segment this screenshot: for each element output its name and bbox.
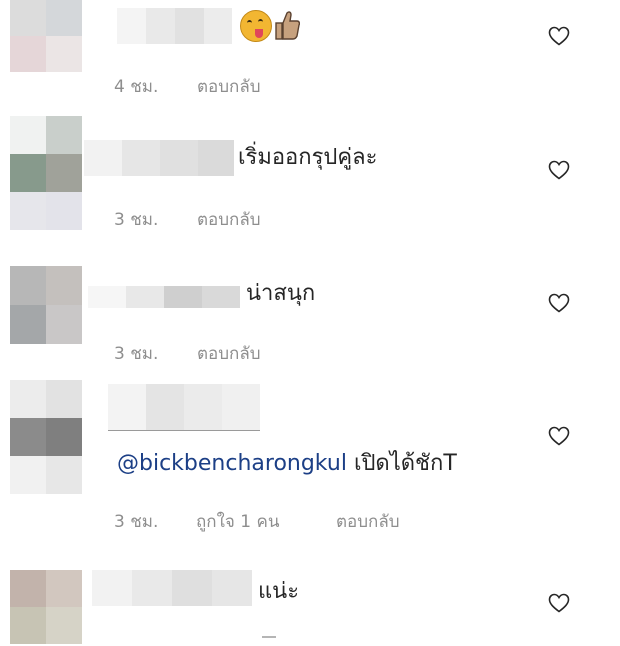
heart-outline-icon[interactable] xyxy=(548,293,570,313)
avatar-pixel xyxy=(46,305,82,344)
avatar-pixel xyxy=(10,607,46,644)
heart-outline-icon[interactable] xyxy=(548,26,570,46)
reply-button[interactable]: ตอบกลับ xyxy=(197,73,261,100)
avatar-pixel xyxy=(46,36,82,72)
comment-time[interactable]: 3 ชม. xyxy=(114,206,158,233)
avatar-pixel xyxy=(46,192,82,230)
reply-button[interactable]: ตอบกลับ xyxy=(336,508,400,535)
heart-outline-icon[interactable] xyxy=(548,593,570,613)
heart-outline-icon[interactable] xyxy=(548,426,570,446)
next-comment-fragment xyxy=(262,636,276,646)
avatar-pixel xyxy=(10,380,46,418)
username-blurred[interactable] xyxy=(84,140,234,176)
comment-text: แน่ะ xyxy=(258,579,300,604)
avatar-pixel xyxy=(10,0,46,36)
mention-link[interactable]: @bickbencharongkul xyxy=(117,451,347,476)
avatar-pixel xyxy=(10,266,46,305)
comment-text: น่าสนุก xyxy=(246,281,316,306)
avatar-pixel xyxy=(10,418,46,456)
avatar-pixel xyxy=(10,570,46,607)
avatar[interactable] xyxy=(10,570,82,644)
avatar-pixel xyxy=(46,418,82,456)
avatar-pixel xyxy=(46,570,82,607)
winking-face-tongue-emoji xyxy=(240,10,272,42)
reply-button[interactable]: ตอบกลับ xyxy=(197,206,261,233)
avatar-pixel xyxy=(10,36,46,72)
avatar-pixel xyxy=(46,0,82,36)
comment-text-row: @bickbencharongkul เปิดได้ชักT xyxy=(117,450,457,478)
reply-button[interactable]: ตอบกลับ xyxy=(197,340,261,367)
username-blurred[interactable] xyxy=(108,384,260,431)
avatar-pixel xyxy=(10,116,46,154)
avatar[interactable] xyxy=(10,380,82,494)
heart-outline-icon[interactable] xyxy=(548,160,570,180)
comment-text: เริ่มออกรุปคู่ละ xyxy=(238,145,378,170)
username-blurred[interactable] xyxy=(117,8,232,44)
avatar-pixel xyxy=(46,266,82,305)
avatar-pixel xyxy=(46,607,82,644)
avatar-pixel xyxy=(46,456,82,494)
avatar-pixel xyxy=(46,380,82,418)
comment-text: เปิดได้ชักT xyxy=(353,451,457,476)
comment-time[interactable]: 3 ชม. xyxy=(114,340,158,367)
comment-time[interactable]: 4 ชม. xyxy=(114,73,158,100)
avatar-pixel xyxy=(10,192,46,230)
avatar-pixel xyxy=(10,154,46,192)
avatar-pixel xyxy=(10,456,46,494)
username-blurred[interactable] xyxy=(88,286,240,308)
avatar-pixel xyxy=(10,305,46,344)
avatar[interactable] xyxy=(10,266,82,344)
avatar-pixel xyxy=(46,116,82,154)
avatar[interactable] xyxy=(10,116,82,230)
comment-time[interactable]: 3 ชม. xyxy=(114,508,158,535)
avatar[interactable] xyxy=(10,0,82,72)
likes-count[interactable]: ถูกใจ 1 คน xyxy=(196,508,279,535)
username-blurred[interactable] xyxy=(92,570,252,606)
thumbs-up-emoji xyxy=(275,11,300,40)
avatar-pixel xyxy=(46,154,82,192)
